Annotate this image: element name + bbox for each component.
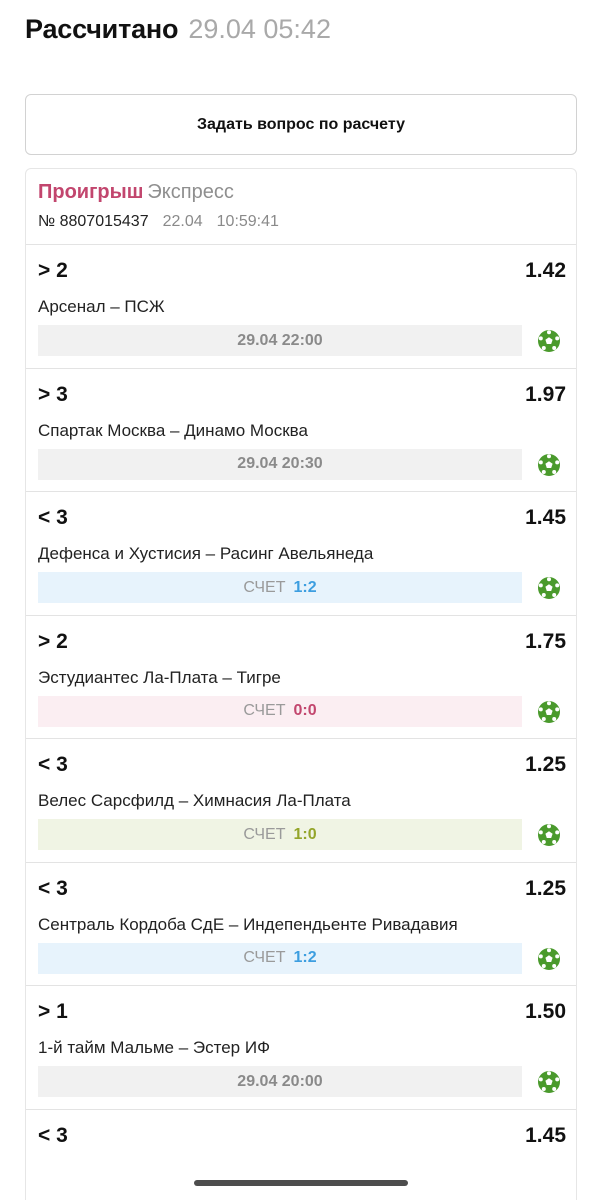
match-name: Арсенал – ПСЖ (38, 297, 165, 316)
bet-odds: 1.25 (525, 876, 566, 900)
soccer-ball-icon (537, 700, 561, 724)
score-value: 1:2 (293, 578, 317, 596)
bet-outcome: < 3 (38, 753, 68, 776)
page-header: Рассчитано 29.04 05:42 (25, 14, 331, 54)
score-bar: СЧЕТ 1:2 (38, 942, 522, 974)
bet-row[interactable]: < 3 1.25 Велес Сарсфилд – Химнасия Ла-Плат… (26, 738, 576, 861)
score-label: СЧЕТ (243, 702, 286, 719)
home-indicator (194, 1180, 408, 1186)
score-bar: СЧЕТ 1:0 (38, 819, 522, 850)
bet-outcome: > 2 (38, 259, 68, 282)
match-name: Спартак Москва – Динамо Москва (38, 420, 308, 440)
bet-odds: 1.97 (525, 382, 566, 406)
bet-row[interactable]: < 3 1.25 Сентраль Кордоба СдЕ – Индепендье… (26, 861, 576, 985)
score-bar: СЧЕТ 1:2 (38, 572, 522, 603)
bet-row[interactable]: > 2 1.42 Арсенал – ПСЖ 29.04 22:00 (26, 244, 576, 367)
ticket-time: 10:59:41 (216, 213, 279, 230)
bet-odds: 1.42 (525, 259, 566, 282)
match-name: Сентраль Кордоба СдЕ – Индепендьенте Рив… (38, 914, 458, 934)
bet-odds: 1.50 (525, 1000, 566, 1023)
score-label: СЧЕТ (243, 949, 286, 966)
match-start-time: 29.04 22:00 (38, 325, 522, 356)
score-bar: СЧЕТ 0:0 (38, 695, 522, 727)
soccer-ball-icon (537, 576, 561, 600)
bet-odds: 1.45 (525, 506, 566, 529)
bet-ticket-card: Проигрыш Экспресс № 8807015437 22.04 10:5… (25, 168, 577, 1200)
score-label: СЧЕТ (243, 825, 286, 843)
bet-outcome: > 2 (38, 629, 68, 653)
soccer-ball-icon (537, 329, 561, 353)
bet-row[interactable]: < 3 1.45 (26, 1108, 576, 1200)
match-start-time: 29.04 20:00 (38, 1066, 522, 1097)
soccer-ball-icon (537, 823, 561, 847)
score-value: 1:0 (293, 825, 317, 843)
soccer-ball-icon (537, 947, 561, 971)
bet-outcome: > 3 (38, 382, 68, 406)
settlement-status: Рассчитано (25, 14, 179, 44)
ticket-date: 22.04 (162, 213, 203, 230)
score-label: СЧЕТ (243, 578, 286, 596)
bet-outcome: > 1 (38, 1000, 68, 1023)
score-value: 0:0 (293, 702, 317, 719)
settlement-time: 29.04 05:42 (188, 14, 331, 44)
ticket-type: Экспресс (147, 181, 234, 203)
bet-outcome: < 3 (38, 1123, 68, 1147)
soccer-ball-icon (537, 453, 561, 477)
match-name: Велес Сарсфилд – Химнасия Ла-Плата (38, 791, 351, 810)
ask-question-button[interactable]: Задать вопрос по расчету (25, 94, 577, 155)
bet-outcome: < 3 (38, 506, 68, 529)
score-value: 1:2 (293, 949, 317, 966)
bet-row[interactable]: > 3 1.97 Спартак Москва – Динамо Москва 29.… (26, 367, 576, 491)
match-start-time: 29.04 20:30 (38, 448, 522, 480)
ticket-result: Проигрыш (38, 181, 144, 203)
ticket-number: № 8807015437 (38, 213, 149, 230)
bet-odds: 1.45 (525, 1123, 566, 1147)
soccer-ball-icon (537, 1070, 561, 1094)
match-name: 1-й тайм Мальме – Эстер ИФ (38, 1038, 271, 1057)
match-name: Эстудиантес Ла-Плата – Тигре (38, 667, 281, 687)
bet-outcome: < 3 (38, 876, 68, 900)
match-name: Дефенса и Хустисия – Расинг Авельянеда (38, 544, 374, 563)
bet-row[interactable]: > 1 1.50 1-й тайм Мальме – Эстер ИФ 29.04 2… (26, 985, 576, 1108)
bet-odds: 1.25 (525, 753, 566, 776)
bet-row[interactable]: < 3 1.45 Дефенса и Хустисия – Расинг Авель… (26, 491, 576, 614)
bet-row[interactable]: > 2 1.75 Эстудиантес Ла-Плата – Тигре СЧЕТ 0… (26, 614, 576, 738)
bet-odds: 1.75 (525, 629, 566, 653)
ticket-header: Проигрыш Экспресс № 8807015437 22.04 10:5… (38, 179, 279, 231)
